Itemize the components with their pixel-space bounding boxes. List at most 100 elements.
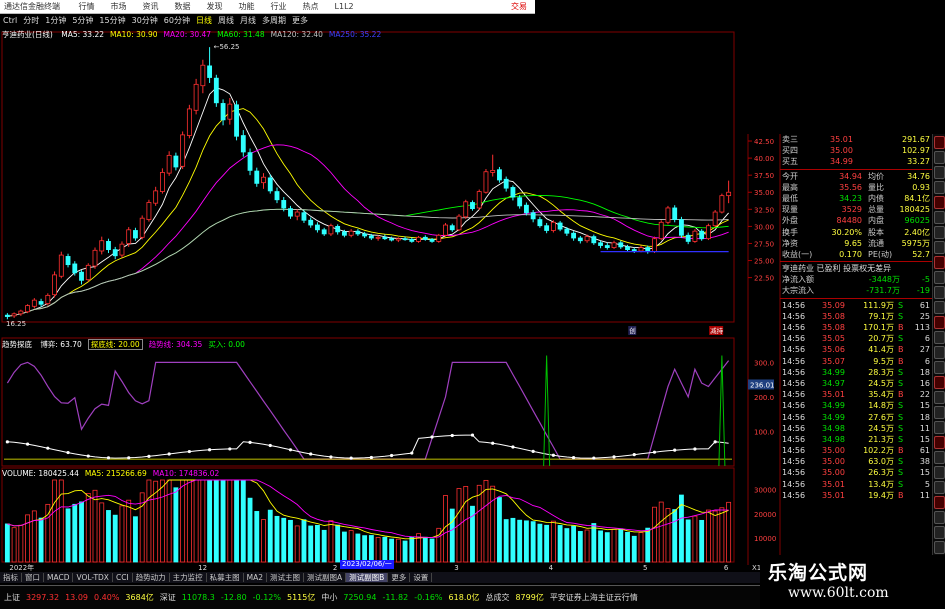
indicator-tab[interactable]: 趋势动力 (132, 573, 170, 582)
toolbar-button[interactable] (934, 226, 945, 239)
indicator-tab[interactable]: CCI (112, 573, 133, 582)
trade-link[interactable]: 交易 (511, 0, 527, 14)
indicator-tab[interactable]: 窗口 (22, 573, 44, 582)
candle-body (517, 197, 523, 207)
tick-row[interactable]: 14:56 35.00 26.3万 S 15 (780, 467, 945, 478)
flow-row[interactable]: 大宗流入 -731.7万 -19 (780, 285, 945, 296)
period-tab[interactable]: 周线 (215, 14, 237, 28)
toolbar-button[interactable] (934, 211, 945, 224)
tick-row[interactable]: 14:56 35.00 63.0万 S 38 (780, 456, 945, 467)
menu-item[interactable]: L1L2 (335, 0, 354, 14)
menu-item[interactable]: 数据 (175, 0, 191, 14)
period-tab[interactable]: 多周期 (259, 14, 289, 28)
tick-row[interactable]: 14:56 34.98 24.5万 S 11 (780, 423, 945, 434)
tick-row[interactable]: 14:56 35.05 20.7万 S 6 (780, 333, 945, 344)
toolbar-button[interactable] (934, 541, 945, 554)
indicator-tab[interactable]: MA2 (243, 573, 268, 582)
toolbar-button[interactable] (934, 451, 945, 464)
toolbar-button[interactable] (934, 271, 945, 284)
toolbar-button[interactable] (934, 361, 945, 374)
flow-row[interactable]: 净流入额 -3448万 -5 (780, 274, 945, 285)
order-book-row[interactable]: 买四 35.00 102.97 (780, 145, 945, 156)
toolbar-button[interactable] (934, 151, 945, 164)
order-book-row[interactable]: 卖三 35.01 291.67 (780, 134, 945, 145)
tick-row[interactable]: 14:56 35.01 19.4万 B 11 (780, 490, 945, 501)
stock-info-line[interactable]: 亨迪药业 已盈利 投票权无差异 (780, 263, 945, 274)
quote-stat-row[interactable]: 最低 34.23 内债 84.1亿 (780, 193, 945, 204)
toolbar-button[interactable] (934, 466, 945, 479)
tick-price: 35.09 (822, 300, 845, 310)
period-tab[interactable]: 60分钟 (161, 14, 193, 28)
menu-item[interactable]: 发现 (207, 0, 223, 14)
toolbar-button[interactable] (934, 376, 945, 389)
tick-row[interactable]: 14:56 35.01 13.4万 S 5 (780, 479, 945, 490)
toolbar-button[interactable] (934, 421, 945, 434)
toolbar-button[interactable] (934, 496, 945, 509)
period-tab[interactable]: 30分钟 (129, 14, 161, 28)
quote-stat-row[interactable]: 换手 30.20% 股本 2.40亿 (780, 227, 945, 238)
tick-row[interactable]: 14:56 35.09 111.9万 S 61 (780, 300, 945, 311)
tick-row[interactable]: 14:56 34.99 14.8万 S 15 (780, 400, 945, 411)
toolbar-button[interactable] (934, 136, 945, 149)
toolbar-button[interactable] (934, 256, 945, 269)
indicator-tab[interactable]: 测试副图A (304, 573, 347, 582)
indicator-tab[interactable]: 主力监控 (169, 573, 207, 582)
toolbar-button[interactable] (934, 331, 945, 344)
period-tab[interactable]: 15分钟 (96, 14, 128, 28)
toolbar-button[interactable] (934, 286, 945, 299)
menu-item[interactable]: 行业 (271, 0, 287, 14)
indicator-tab[interactable]: VOL-TDX (73, 573, 113, 582)
indicator-tab[interactable]: 测试主图 (267, 573, 305, 582)
indicator-title[interactable]: 趋势探底 (2, 340, 32, 349)
period-tab[interactable]: 日线 (193, 14, 215, 28)
indicator-tab[interactable]: 私募主图 (206, 573, 244, 582)
toolbar-button[interactable] (934, 181, 945, 194)
indicator-tab[interactable]: 更多 (388, 573, 411, 582)
toolbar-button[interactable] (934, 526, 945, 539)
indicator-tab[interactable]: 设置 (410, 573, 433, 582)
quote-stat-row[interactable]: 现量 3529 总量 180425 (780, 204, 945, 215)
tick-row[interactable]: 14:56 35.07 9.5万 B 6 (780, 356, 945, 367)
quote-stat-row[interactable]: 外盘 84480 内盘 96025 (780, 215, 945, 226)
menu-item[interactable]: 行情 (79, 0, 95, 14)
period-tab[interactable]: 1分钟 (42, 14, 69, 28)
menu-item[interactable]: 市场 (111, 0, 127, 14)
period-tab[interactable]: 月线 (237, 14, 259, 28)
toolbar-button[interactable] (934, 166, 945, 179)
candle (335, 224, 341, 235)
tick-row[interactable]: 14:56 34.99 28.3万 S 18 (780, 367, 945, 378)
toolbar-button[interactable] (934, 316, 945, 329)
menu-item[interactable]: 热点 (303, 0, 319, 14)
toolbar-button[interactable] (934, 436, 945, 449)
toolbar-button[interactable] (934, 511, 945, 524)
tick-row[interactable]: 14:56 34.97 24.5万 S 16 (780, 378, 945, 389)
menu-item[interactable]: 资讯 (143, 0, 159, 14)
quote-stat-row[interactable]: 净资 9.65 流通 5975万 (780, 238, 945, 249)
period-tab[interactable]: 5分钟 (69, 14, 96, 28)
toolbar-button[interactable] (934, 241, 945, 254)
tick-row[interactable]: 14:56 35.00 102.2万 B 61 (780, 445, 945, 456)
tick-row[interactable]: 14:56 35.08 79.1万 S 25 (780, 311, 945, 322)
toolbar-button[interactable] (934, 391, 945, 404)
tick-row[interactable]: 14:56 35.06 41.4万 B 27 (780, 344, 945, 355)
indicator-tab[interactable]: 指标 (0, 573, 22, 582)
period-tab[interactable]: 更多 (289, 14, 311, 28)
tick-row[interactable]: 14:56 34.99 27.6万 S 18 (780, 412, 945, 423)
stock-label[interactable]: 亨迪药业(日线) (2, 30, 53, 39)
menu-item[interactable]: 功能 (239, 0, 255, 14)
quote-stat-row[interactable]: 收益(一) 0.170 PE(动) 52.7 (780, 249, 945, 260)
toolbar-button[interactable] (934, 346, 945, 359)
quote-stat-row[interactable]: 今开 34.94 均价 34.76 (780, 171, 945, 182)
toolbar-button[interactable] (934, 481, 945, 494)
indicator-tab[interactable]: MACD (44, 573, 74, 582)
tick-row[interactable]: 14:56 35.08 170.1万 B 113 (780, 322, 945, 333)
toolbar-button[interactable] (934, 196, 945, 209)
toolbar-button[interactable] (934, 406, 945, 419)
period-tab[interactable]: 分时 (20, 14, 42, 28)
toolbar-button[interactable] (934, 301, 945, 314)
order-book-row[interactable]: 买五 34.99 33.27 (780, 156, 945, 167)
indicator-tab[interactable]: 测试副图B (346, 573, 389, 582)
tick-row[interactable]: 14:56 35.01 35.4万 B 22 (780, 389, 945, 400)
quote-stat-row[interactable]: 最高 35.56 量比 0.93 (780, 182, 945, 193)
tick-row[interactable]: 14:56 34.98 21.3万 S 15 (780, 434, 945, 445)
